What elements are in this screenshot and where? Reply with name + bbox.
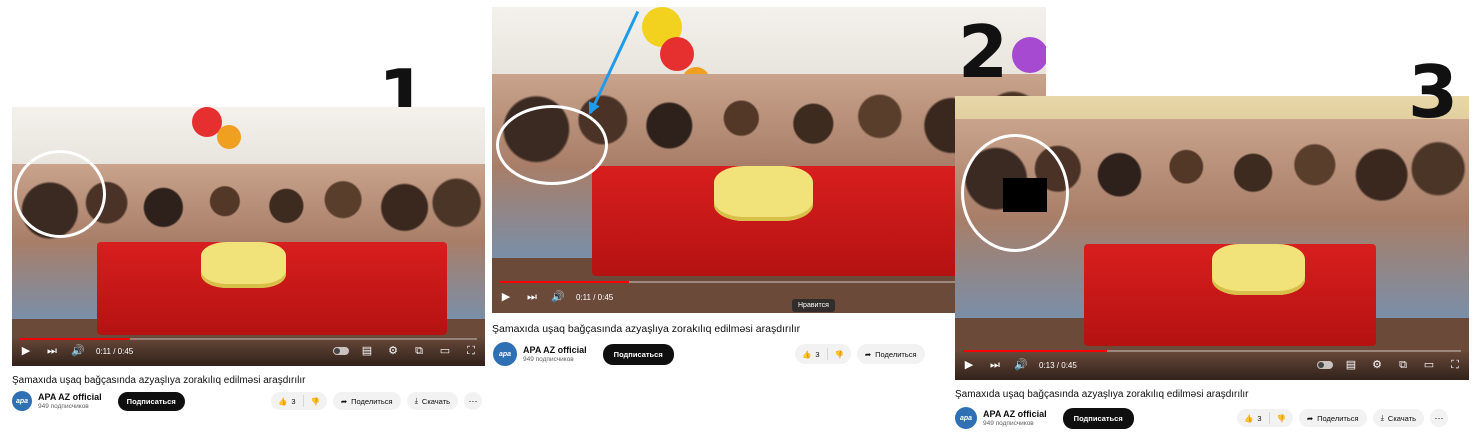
censor-box (1003, 178, 1047, 212)
play-icon[interactable]: ▶ (18, 343, 34, 359)
video-frame (12, 107, 485, 366)
like-count: 3 (815, 349, 820, 359)
avatar[interactable]: apa (955, 407, 977, 429)
download-button[interactable]: ⤓ Скачать (1372, 409, 1425, 427)
fullscreen-icon[interactable]: ⛶ (1447, 357, 1463, 373)
avatar[interactable]: apa (493, 342, 517, 366)
channel-name[interactable]: APA AZ official (38, 392, 102, 402)
miniplayer-icon[interactable]: ⧉ (411, 343, 427, 359)
thumbs-down-icon: 👎 (834, 349, 844, 359)
subscriber-count: 949 подписчиков (523, 356, 574, 363)
subscribe-button[interactable]: Подписаться (1062, 407, 1134, 429)
player-controls: ▶ ⏭ 🔊 0:13 / 0:45 ▤ ⚙ ⧉ ▭ ⛶ (955, 350, 1469, 380)
more-icon[interactable]: ⋯ (464, 392, 483, 410)
download-icon: ⤓ (1380, 413, 1384, 422)
subscribe-button[interactable]: Подписаться (117, 391, 185, 411)
share-label: Поделиться (875, 349, 917, 359)
fullscreen-icon[interactable]: ⛶ (463, 343, 479, 359)
share-button[interactable]: ➦ Поделиться (332, 392, 401, 410)
share-button[interactable]: ➦ Поделиться (1298, 409, 1367, 427)
theater-icon[interactable]: ▭ (437, 343, 453, 359)
play-icon[interactable]: ▶ (498, 289, 514, 305)
subtitles-icon[interactable]: ▤ (1343, 357, 1359, 373)
thumbs-up-icon: 👍 (1244, 413, 1254, 423)
thumbs-down-icon: 👎 (1276, 413, 1286, 423)
share-button[interactable]: ➦ Поделиться (856, 344, 925, 364)
highlight-circle (14, 150, 106, 238)
next-icon[interactable]: ⏭ (44, 343, 60, 359)
like-dislike-group: 👍 3 👎 (795, 344, 851, 364)
next-icon[interactable]: ⏭ (524, 289, 540, 305)
share-label: Поделиться (1317, 413, 1359, 423)
like-button[interactable]: 👍 3 (271, 395, 304, 407)
highlight-circle (496, 105, 608, 185)
channel-row-1: apa APA AZ official 949 подписчиков Подп… (12, 391, 185, 411)
settings-icon[interactable]: ⚙ (385, 343, 401, 359)
like-button[interactable]: 👍 3 (1237, 412, 1270, 424)
like-dislike-group: 👍 3 👎 (271, 392, 327, 410)
miniplayer-icon[interactable]: ⧉ (1395, 357, 1411, 373)
thumbs-up-icon: 👍 (278, 396, 288, 406)
share-icon: ➦ (340, 396, 348, 406)
thumbs-up-icon: 👍 (802, 349, 812, 359)
action-bar-1: 👍 3 👎 ➦ Поделиться ⤓ Скачать ⋯ (271, 392, 483, 410)
video-title-1: Şamaxıda uşaq bağçasında azyaşlıya zorak… (12, 375, 306, 386)
dislike-button[interactable]: 👎 (304, 397, 327, 406)
download-label: Скачать (421, 396, 451, 406)
action-bar-3: 👍 3 👎 ➦ Поделиться ⤓ Скачать ⋯ (1237, 409, 1449, 427)
subscriber-count: 949 подписчиков (38, 403, 89, 410)
channel-name[interactable]: APA AZ official (983, 409, 1047, 419)
volume-icon[interactable]: 🔊 (550, 289, 566, 305)
time-display: 0:11 / 0:45 (576, 292, 614, 302)
video-player-3[interactable]: ▶ ⏭ 🔊 0:13 / 0:45 ▤ ⚙ ⧉ ▭ ⛶ (955, 96, 1469, 380)
share-icon: ➦ (864, 349, 872, 359)
player-controls: ▶ ⏭ 🔊 0:11 / 0:45 ▤ ⚙ ⧉ ▭ ⛶ (12, 336, 485, 366)
avatar[interactable]: apa (12, 391, 32, 411)
subscriber-count: 949 подписчиков (983, 420, 1034, 427)
channel-name[interactable]: APA AZ official (523, 345, 587, 355)
channel-row-2: apa APA AZ official 949 подписчиков Подп… (493, 342, 674, 366)
video-title-3: Şamaxıda uşaq bağçasında azyaşlıya zorak… (955, 389, 1249, 400)
channel-row-3: apa APA AZ official 949 подписчиков Подп… (955, 407, 1134, 429)
panel-number-3: 3 (1408, 50, 1459, 134)
like-count: 3 (1257, 413, 1262, 423)
panel-number-2: 2 (958, 10, 1009, 94)
more-icon[interactable]: ⋯ (1430, 409, 1449, 427)
download-icon: ⤓ (414, 396, 418, 405)
like-dislike-group: 👍 3 👎 (1237, 409, 1293, 427)
dislike-button[interactable]: 👎 (1270, 414, 1293, 423)
share-icon: ➦ (1306, 413, 1314, 423)
like-button[interactable]: 👍 3 (795, 348, 828, 360)
thumbs-down-icon: 👎 (310, 396, 320, 406)
autoplay-toggle[interactable] (1317, 361, 1333, 369)
volume-icon[interactable]: 🔊 (1013, 357, 1029, 373)
autoplay-toggle[interactable] (333, 347, 349, 355)
subscribe-button[interactable]: Подписаться (602, 343, 674, 365)
video-title-2: Şamaxıda uşaq bağçasında azyaşlıya zorak… (492, 323, 801, 335)
dislike-button[interactable]: 👎 (828, 350, 851, 359)
volume-icon[interactable]: 🔊 (70, 343, 86, 359)
video-player-1[interactable]: ▶ ⏭ 🔊 0:11 / 0:45 ▤ ⚙ ⧉ ▭ ⛶ (12, 107, 485, 366)
download-button[interactable]: ⤓ Скачать (406, 392, 459, 410)
time-display: 0:13 / 0:45 (1039, 360, 1077, 370)
play-icon[interactable]: ▶ (961, 357, 977, 373)
action-bar-2: 👍 3 👎 ➦ Поделиться (795, 344, 925, 364)
theater-icon[interactable]: ▭ (1421, 357, 1437, 373)
share-label: Поделиться (351, 396, 393, 406)
next-icon[interactable]: ⏭ (987, 357, 1003, 373)
settings-icon[interactable]: ⚙ (1369, 357, 1385, 373)
subtitles-icon[interactable]: ▤ (359, 343, 375, 359)
download-label: Скачать (1387, 413, 1417, 423)
like-count: 3 (291, 396, 296, 406)
time-display: 0:11 / 0:45 (96, 346, 134, 356)
